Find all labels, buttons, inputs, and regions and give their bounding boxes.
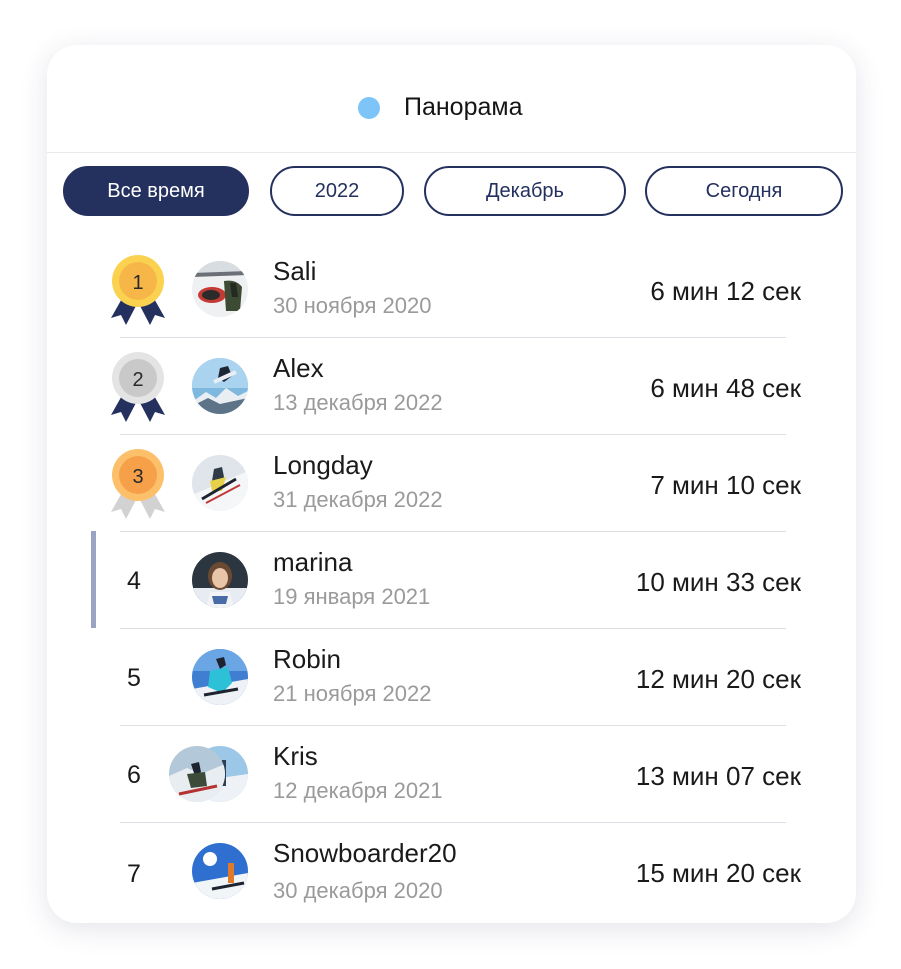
track-name: Панорама	[404, 93, 523, 121]
list-item[interactable]: 2 Alex 13 декабря 2022 6 мин 48 сек	[47, 337, 856, 434]
user-name: Snowboarder20	[273, 838, 457, 868]
run-time: 13 мин 07 сек	[635, 761, 801, 791]
run-time: 6 мин 12 сек	[650, 276, 801, 306]
list-item[interactable]: 4 marina 19 января 2021 10 мин 33 сек	[47, 531, 856, 628]
run-date: 30 ноября 2020	[273, 293, 432, 318]
user-avatar	[192, 455, 248, 511]
list-item[interactable]: 6 Kris 12 декабря 2021 13 мин 07 сек	[47, 725, 856, 822]
user-name: Robin	[273, 644, 341, 674]
svg-text:1: 1	[132, 272, 143, 294]
filter-today-button[interactable]: Сегодня	[645, 166, 843, 216]
user-avatar	[192, 843, 248, 899]
card-header: Панорама	[47, 45, 856, 153]
user-name: marina	[273, 547, 353, 577]
user-avatar	[169, 746, 225, 802]
rank-number: 7	[127, 860, 141, 888]
track-title: Панорама	[358, 93, 522, 122]
rank-number: 4	[127, 567, 141, 595]
list-item[interactable]: 5 Robin 21 ноября 2022 12 мин 20 сек	[47, 628, 856, 725]
rank-number: 6	[127, 761, 141, 789]
leaderboard-card: Панорама Все время 2022 Декабрь Сегодня …	[47, 45, 856, 923]
run-time: 7 мин 10 сек	[650, 470, 801, 500]
user-name: Kris	[273, 741, 318, 771]
filter-year-button[interactable]: 2022	[270, 166, 404, 216]
rank-number: 5	[127, 664, 141, 692]
svg-text:2: 2	[132, 369, 143, 391]
run-time: 6 мин 48 сек	[650, 373, 801, 403]
list-item[interactable]: 1 Sali 30 ноября 2020 6 мин 12 сек	[47, 240, 856, 337]
user-avatar	[192, 649, 248, 705]
run-date: 30 декабря 2020	[273, 878, 443, 903]
user-name: Sali	[273, 256, 317, 286]
list-item[interactable]: 7 Snowboarder20 30 декабря 2020 15 мин 2…	[47, 822, 856, 919]
run-date: 12 декабря 2021	[273, 778, 443, 803]
list-item[interactable]: 3 Longday 31 декабря 2022 7 мин 10 сек	[47, 434, 856, 531]
bronze-medal-icon: 3	[111, 449, 165, 519]
filter-month-button[interactable]: Декабрь	[424, 166, 626, 216]
run-date: 31 декабря 2022	[273, 487, 443, 512]
run-time: 10 мин 33 сек	[635, 567, 801, 597]
user-avatar	[192, 552, 248, 608]
user-name: Longday	[273, 450, 373, 480]
run-date: 13 декабря 2022	[273, 390, 443, 415]
silver-medal-icon: 2	[111, 352, 165, 422]
run-time: 15 мин 20 сек	[635, 858, 801, 888]
run-date: 21 ноября 2022	[273, 681, 432, 706]
gold-medal-icon: 1	[111, 255, 165, 325]
svg-text:3: 3	[132, 466, 143, 488]
user-name: Alex	[273, 353, 324, 383]
user-avatar	[192, 261, 248, 317]
run-time: 12 мин 20 сек	[635, 664, 801, 694]
track-color-dot	[358, 96, 380, 119]
filter-all-time-button[interactable]: Все время	[63, 166, 249, 216]
user-avatar	[192, 358, 248, 414]
run-date: 19 января 2021	[273, 584, 431, 609]
